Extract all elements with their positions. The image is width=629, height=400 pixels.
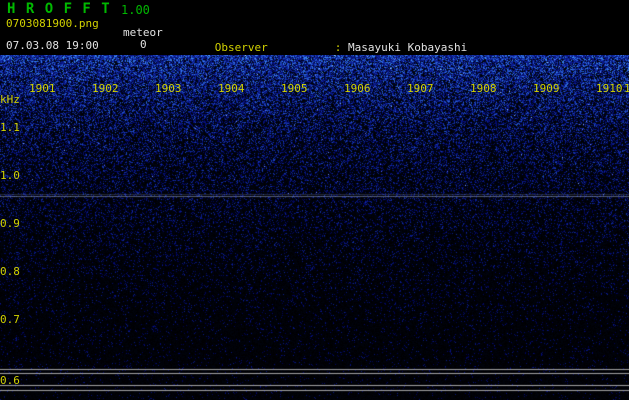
station-info-row: Observer: Masayuki Kobayashi xyxy=(175,28,629,41)
freq-tick-label: 1.1 xyxy=(0,121,20,134)
time-tick-label: 1902 xyxy=(92,82,119,95)
time-tick-label: 1910 xyxy=(596,82,623,95)
hrofft-window: H R O F F T 1.00 0703081900.png meteor 0… xyxy=(0,0,629,400)
freq-axis-unit: kHz xyxy=(0,93,20,106)
time-tick-label: 1901 xyxy=(29,82,56,95)
time-tick-label: 1904 xyxy=(218,82,245,95)
spectrogram-canvas xyxy=(0,55,629,400)
freq-tick-label: 1.0 xyxy=(0,169,20,182)
station-info-label: Observer xyxy=(215,41,335,54)
time-tick-label-clipped: 1 xyxy=(624,82,629,95)
freq-tick-label: 0.9 xyxy=(0,217,20,230)
time-tick-label: 1906 xyxy=(344,82,371,95)
station-info-value: Masayuki Kobayashi xyxy=(348,41,467,54)
meteor-count: 0 xyxy=(140,38,147,51)
freq-tick-label: 0.6 xyxy=(0,374,20,387)
output-filename: 0703081900.png xyxy=(6,17,99,30)
station-info-separator: : xyxy=(335,41,348,54)
app-version: 1.00 xyxy=(121,3,150,17)
freq-tick-label: 0.8 xyxy=(0,265,20,278)
time-tick-label: 1903 xyxy=(155,82,182,95)
time-tick-label: 1908 xyxy=(470,82,497,95)
time-tick-label: 1907 xyxy=(407,82,434,95)
datetime-label: 07.03.08 19:00 xyxy=(6,39,99,52)
time-tick-label: 1905 xyxy=(281,82,308,95)
app-title: H R O F F T xyxy=(7,1,111,17)
time-tick-label: 1909 xyxy=(533,82,560,95)
freq-tick-label: 0.7 xyxy=(0,313,20,326)
